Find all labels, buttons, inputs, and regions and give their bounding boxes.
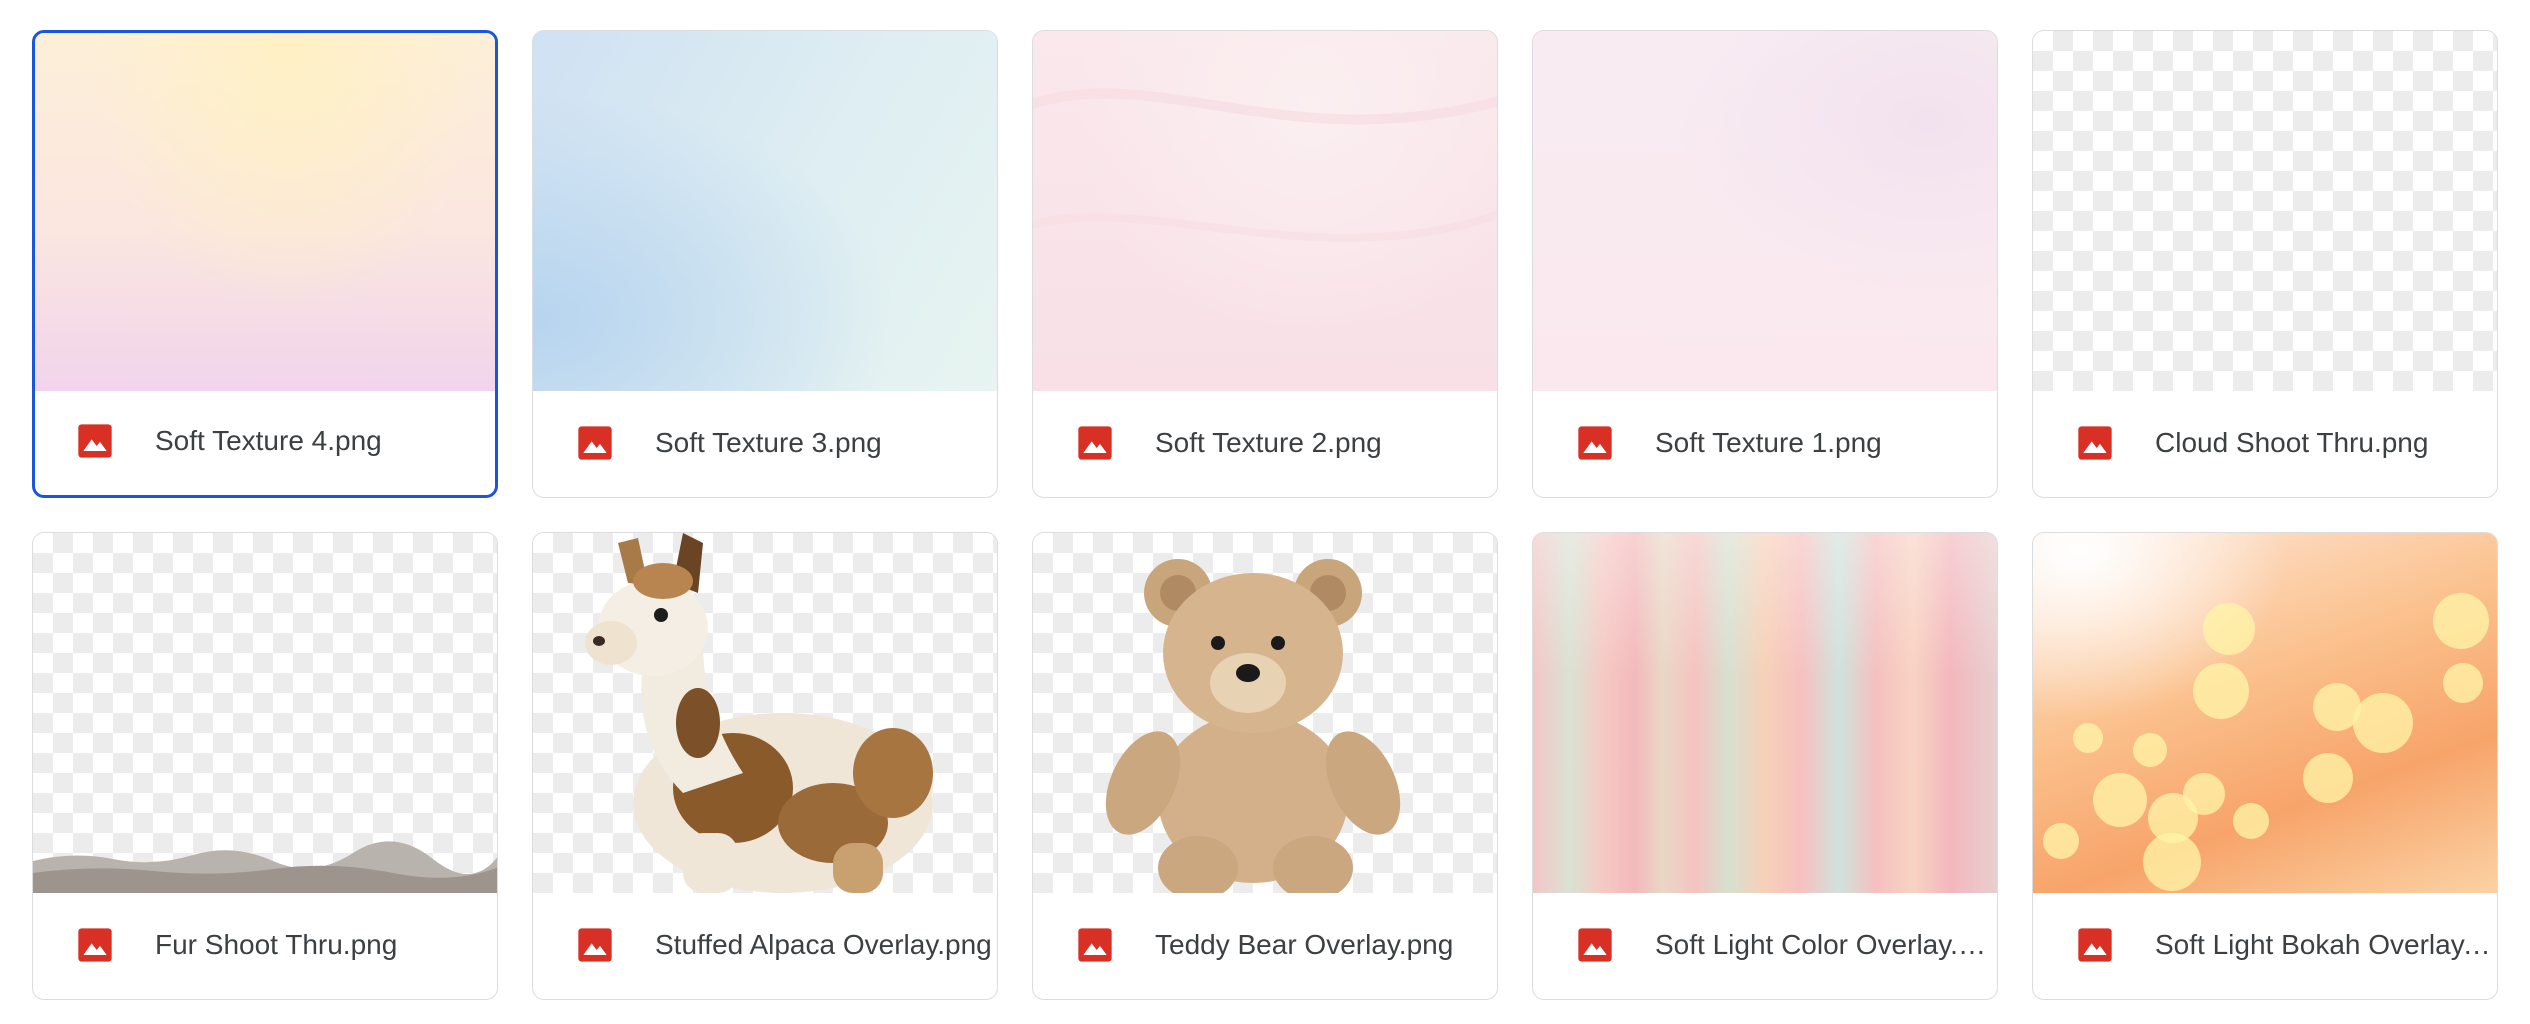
file-thumbnail [2033, 533, 2497, 893]
file-card-footer: Soft Texture 4.png [35, 387, 495, 495]
file-grid: Soft Texture 4.png Soft Texture 3.png So… [32, 30, 2498, 1000]
image-file-icon [78, 928, 112, 962]
file-card-footer: Teddy Bear Overlay.png [1033, 891, 1497, 999]
file-card-teddy-bear-overlay[interactable]: Teddy Bear Overlay.png [1032, 532, 1498, 1000]
file-name: Soft Texture 3.png [655, 427, 882, 458]
file-name: Soft Light Color Overlay.png [1655, 929, 1995, 960]
image-file-icon [1078, 426, 1112, 460]
file-card-footer: Soft Texture 3.png [533, 389, 997, 497]
file-name: Stuffed Alpaca Overlay.png [655, 929, 992, 960]
file-name: Soft Texture 2.png [1155, 427, 1382, 458]
file-thumbnail [2033, 31, 2497, 391]
file-name: Soft Texture 1.png [1655, 427, 1882, 458]
file-thumbnail [1033, 31, 1497, 391]
file-thumbnail [35, 33, 495, 391]
file-name: Teddy Bear Overlay.png [1155, 929, 1454, 960]
file-card-footer: Soft Texture 1.png [1533, 389, 1997, 497]
image-file-icon [2078, 426, 2112, 460]
image-file-icon [2078, 928, 2112, 962]
file-card-footer: Soft Light Color Overlay.png [1533, 891, 1997, 999]
file-card-footer: Soft Texture 2.png [1033, 389, 1497, 497]
file-card-footer: Cloud Shoot Thru.png [2033, 389, 2497, 497]
file-thumbnail [1533, 533, 1997, 893]
file-thumbnail [1033, 533, 1497, 893]
file-card-soft-texture-2[interactable]: Soft Texture 2.png [1032, 30, 1498, 498]
file-thumbnail [33, 533, 497, 893]
file-name: Soft Light Bokah Overlay.png [2155, 929, 2495, 960]
file-name: Soft Texture 4.png [155, 425, 382, 456]
file-card-footer: Stuffed Alpaca Overlay.png [533, 891, 997, 999]
file-card-fur-shoot-thru[interactable]: Fur Shoot Thru.png [32, 532, 498, 1000]
file-card-stuffed-alpaca-overlay[interactable]: Stuffed Alpaca Overlay.png [532, 532, 998, 1000]
file-card-cloud-shoot-thru[interactable]: Cloud Shoot Thru.png [2032, 30, 2498, 498]
file-thumbnail [533, 533, 997, 893]
file-card-soft-texture-3[interactable]: Soft Texture 3.png [532, 30, 998, 498]
image-file-icon [578, 928, 612, 962]
teddy-bear-illustration [1105, 559, 1401, 893]
image-file-icon [1078, 928, 1112, 962]
alpaca-illustration [585, 533, 933, 893]
file-card-soft-light-color-overlay[interactable]: Soft Light Color Overlay.png [1532, 532, 1998, 1000]
file-card-footer: Fur Shoot Thru.png [33, 891, 497, 999]
file-name: Fur Shoot Thru.png [155, 929, 398, 960]
image-file-icon [1578, 426, 1612, 460]
image-file-icon [78, 424, 112, 458]
file-card-soft-light-bokah-overlay[interactable]: Soft Light Bokah Overlay.png [2032, 532, 2498, 1000]
file-thumbnail [533, 31, 997, 391]
file-card-footer: Soft Light Bokah Overlay.png [2033, 891, 2497, 999]
file-name: Cloud Shoot Thru.png [2155, 427, 2429, 458]
image-file-icon [1578, 928, 1612, 962]
file-card-soft-texture-1[interactable]: Soft Texture 1.png [1532, 30, 1998, 498]
file-thumbnail [1533, 31, 1997, 391]
file-card-soft-texture-4[interactable]: Soft Texture 4.png [32, 30, 498, 498]
image-file-icon [578, 426, 612, 460]
